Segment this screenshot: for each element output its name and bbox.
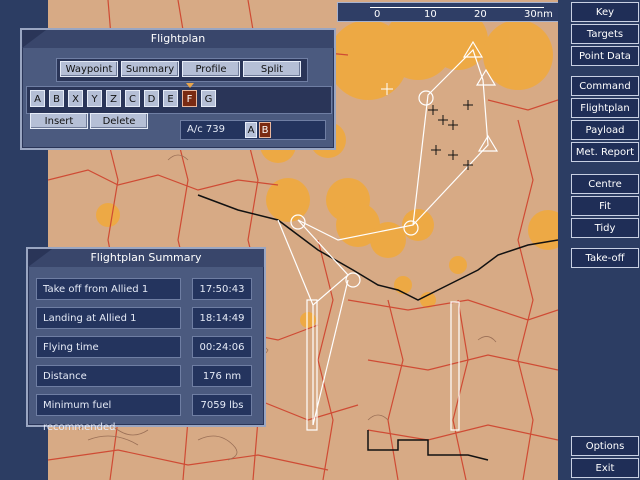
waypoint-key-z[interactable]: Z: [106, 90, 121, 107]
waypoint-key-x[interactable]: X: [68, 90, 83, 107]
scale-tick: 10: [424, 9, 437, 20]
scale-tick: 30nm: [524, 9, 553, 20]
summary-row-value: 18:14:49: [192, 307, 252, 329]
key-button[interactable]: Key: [571, 2, 639, 22]
summary-row-value: 00:24:06: [192, 336, 252, 358]
waypoint-key-y[interactable]: Y: [87, 90, 102, 107]
waypoint-key-g[interactable]: G: [201, 90, 216, 107]
delete-button[interactable]: Delete: [90, 113, 148, 129]
summary-title: Flightplan Summary: [28, 249, 264, 267]
summary-row-label: Landing at Allied 1: [36, 307, 181, 329]
payload-button[interactable]: Payload: [571, 120, 639, 140]
waypoint-key-b[interactable]: B: [49, 90, 64, 107]
waypoint-key-a[interactable]: A: [30, 90, 45, 107]
point-data-button[interactable]: Point Data: [571, 46, 639, 66]
summary-row-value: 176 nm: [192, 365, 252, 387]
aircraft-selector: A/c 739 A B: [180, 120, 326, 140]
summary-row-label: Flying time: [36, 336, 181, 358]
tab-profile[interactable]: Profile: [182, 61, 240, 77]
tab-split[interactable]: Split: [243, 61, 301, 77]
flightplan-panel: Flightplan Waypoint Summary Profile Spli…: [20, 28, 336, 150]
summary-row-label: Minimum fuel recommended: [36, 394, 181, 433]
summary-row-value: 7059 lbs: [192, 394, 252, 416]
summary-row-label: Take off from Allied 1: [36, 278, 181, 300]
flightplan-title: Flightplan: [22, 30, 334, 48]
met-report-button[interactable]: Met. Report: [571, 142, 639, 162]
exit-button[interactable]: Exit: [571, 458, 639, 478]
take-off-button[interactable]: Take-off: [571, 248, 639, 268]
summary-row-label: Distance: [36, 365, 181, 387]
summary-row-value: 17:50:43: [192, 278, 252, 300]
centre-button[interactable]: Centre: [571, 174, 639, 194]
aircraft-option-a[interactable]: A: [245, 122, 257, 138]
aircraft-label: A/c 739: [187, 124, 225, 135]
targets-button[interactable]: Targets: [571, 24, 639, 44]
tab-summary[interactable]: Summary: [121, 61, 179, 77]
scale-tick: 0: [374, 9, 381, 20]
waypoint-key-d[interactable]: D: [144, 90, 159, 107]
right-sidebar: [558, 0, 640, 480]
scale-tick: 20: [474, 9, 487, 20]
insert-button[interactable]: Insert: [30, 113, 88, 129]
aircraft-option-b[interactable]: B: [259, 122, 271, 138]
waypoint-key-c[interactable]: C: [125, 90, 140, 107]
flightplan-button[interactable]: Flightplan: [571, 98, 639, 118]
flightplan-summary-panel: Flightplan Summary Take off from Allied …: [26, 247, 266, 433]
waypoint-key-e[interactable]: E: [163, 90, 178, 107]
fit-button[interactable]: Fit: [571, 196, 639, 216]
waypoint-key-f[interactable]: F: [182, 90, 197, 107]
tidy-button[interactable]: Tidy: [571, 218, 639, 238]
options-button[interactable]: Options: [571, 436, 639, 456]
tab-waypoint[interactable]: Waypoint: [60, 61, 118, 77]
scale-bar: 0 10 20 30nm: [337, 2, 559, 22]
command-button[interactable]: Command: [571, 76, 639, 96]
selected-waypoint-marker-icon: [186, 83, 194, 88]
